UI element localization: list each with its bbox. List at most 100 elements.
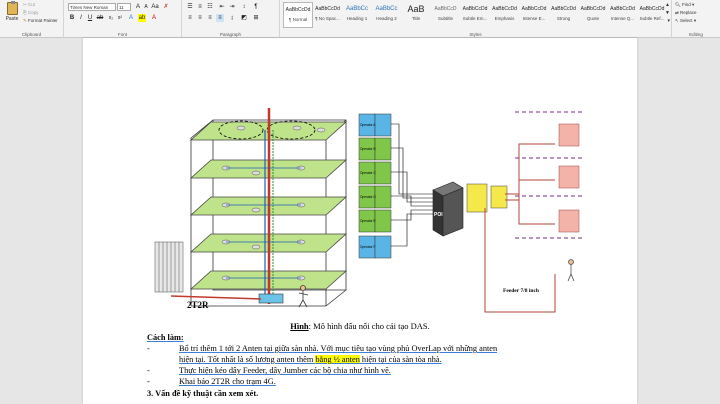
multilevel-list-icon[interactable]: ☷ — [206, 3, 214, 11]
style-preview: AaBbCcDd — [610, 6, 635, 12]
superscript-icon[interactable]: x² — [116, 14, 124, 22]
font-color-icon[interactable]: A — [150, 14, 158, 22]
cursor-icon: ↖ — [675, 18, 679, 23]
bullets-icon[interactable]: ☰ — [186, 3, 194, 11]
document-page[interactable]: 2T2R Operator A Operator B Operator C Op… — [83, 38, 637, 404]
style-card[interactable]: AaBbCcD Subtitle — [431, 2, 461, 28]
subscript-icon[interactable]: x₂ — [107, 14, 115, 22]
line-spacing-icon[interactable]: ↨ — [228, 14, 236, 22]
style-preview: AaBbCcD — [434, 6, 457, 12]
search-icon: 🔍︎ — [675, 2, 681, 7]
operator-label: Operator C — [360, 171, 376, 175]
highlight-icon[interactable]: ab — [138, 14, 146, 22]
sort-icon[interactable]: ↕ — [240, 3, 248, 11]
align-right-icon[interactable]: ≡ — [206, 14, 214, 22]
format-painter-button[interactable]: ✎ Format Painter — [23, 18, 58, 24]
bullet-1-line2: hiện tại. Tốt nhất là số lương anten thê… — [179, 355, 442, 364]
style-preview: AaBbCcDd — [551, 6, 576, 12]
style-preview: AaBbCcDd — [285, 7, 311, 13]
style-preview: AaB — [407, 4, 425, 14]
paste-button[interactable]: Paste — [3, 1, 21, 26]
style-name: Intense Q... — [610, 16, 635, 21]
caption-text: : Mô hình đấu nối cho cải tạo DAS. — [308, 321, 430, 331]
brush-icon: ✎ — [23, 18, 27, 23]
shrink-font-icon[interactable]: A — [142, 3, 150, 11]
style-card[interactable]: AaBbCcDd Emphasis — [490, 2, 520, 28]
editing-label: Editing — [689, 32, 703, 37]
justify-icon[interactable]: ≡ — [216, 14, 224, 22]
font-label: Font — [117, 32, 127, 37]
select-button[interactable]: ↖ Select ▾ — [675, 18, 696, 24]
bullet-dash: - — [147, 344, 150, 353]
decrease-indent-icon[interactable]: ⇤ — [218, 3, 226, 11]
scissors-icon: ✂ — [23, 2, 27, 7]
align-left-icon[interactable]: ≡ — [186, 14, 194, 22]
grow-font-icon[interactable]: A — [134, 3, 142, 11]
copy-icon: ⎘ — [23, 10, 27, 15]
shading-icon[interactable]: ◩ — [240, 14, 248, 22]
strikethrough-icon[interactable]: ab — [96, 14, 104, 22]
replace-icon: ⇄ — [675, 10, 679, 15]
styles-label: Styles — [469, 32, 482, 37]
font-family-select[interactable]: Times New Roman — [68, 3, 116, 11]
replace-button[interactable]: ⇄ Replace — [675, 10, 697, 16]
label-2t2r: 2T2R — [187, 300, 209, 310]
style-preview: AaBbCcDd — [315, 6, 340, 12]
style-name: Strong — [556, 16, 571, 21]
borders-icon[interactable]: ⊞ — [252, 14, 260, 22]
increase-indent-icon[interactable]: ⇥ — [228, 3, 236, 11]
style-preview: AaBbCc — [375, 6, 398, 12]
style-preview: AaBbCcDd — [580, 6, 606, 12]
style-name: Quote — [586, 16, 600, 21]
font-size-select[interactable]: 11 — [117, 3, 131, 11]
label-feeder: Feeder 7/8 inch — [503, 288, 539, 294]
text-effects-icon[interactable]: A — [127, 14, 135, 22]
style-card[interactable]: AaBbCc Heading 1 — [342, 2, 372, 28]
document-canvas[interactable]: 2T2R Operator A Operator B Operator C Op… — [0, 38, 720, 404]
styles-more-icon[interactable]: ▾ — [667, 18, 670, 24]
style-name: Subtle Em... — [462, 16, 488, 21]
style-card[interactable]: AaBbCcDd Subtle Em... — [460, 2, 490, 28]
styles-scroll-down-icon[interactable]: ▼ — [665, 10, 670, 16]
show-marks-icon[interactable]: ¶ — [252, 3, 260, 11]
font-group: Times New Roman 11 A A Aa ✗ B I U ab x₂ … — [64, 0, 182, 38]
clipboard-group: Paste ✂ Cut ⎘ Copy ✎ Format Painter Clip… — [0, 0, 64, 38]
caption-prefix: Hình — [290, 321, 309, 331]
style-card[interactable]: AaBbCcDd Subtle Ref... — [637, 2, 667, 28]
numbering-icon[interactable]: ≡ — [196, 3, 204, 11]
copy-button[interactable]: ⎘ Copy — [23, 10, 38, 15]
style-card[interactable]: AaBbCc Heading 2 — [372, 2, 402, 28]
style-card[interactable]: AaBbCcDd Strong — [549, 2, 579, 28]
change-case-icon[interactable]: Aa — [151, 3, 159, 11]
styles-scroll-up-icon[interactable]: ▲ — [665, 2, 670, 8]
clear-formatting-icon[interactable]: ✗ — [162, 3, 170, 11]
bullet-2: Thực hiện kéo dây Feeder, dây Jumber các… — [179, 366, 391, 375]
style-card[interactable]: AaB Title — [401, 2, 431, 28]
label-poi: POI — [434, 212, 443, 218]
cut-button[interactable]: ✂ Cut — [23, 2, 35, 8]
bold-icon[interactable]: B — [68, 14, 76, 22]
style-name: Subtle Ref... — [639, 16, 665, 21]
heading-3: 3. Vấn đề kỹ thuật cần xem xét. — [147, 389, 259, 398]
style-card[interactable]: AaBbCcDd Intense E... — [519, 2, 549, 28]
style-card[interactable]: AaBbCcDd ¶ No Spac... — [313, 2, 343, 28]
paragraph-label: Paragraph — [219, 32, 241, 37]
style-card[interactable]: AaBbCcDd Intense Q... — [608, 2, 638, 28]
style-name: Heading 2 — [376, 16, 397, 21]
italic-icon[interactable]: I — [77, 14, 85, 22]
editing-group: 🔍︎ Find ▾ ⇄ Replace ↖ Select ▾ Editing — [672, 0, 720, 38]
operator-label: Operator E — [360, 219, 376, 223]
styles-group: AaBbCcDd ¶ Normal AaBbCcDd ¶ No Spac... AaBb… — [280, 0, 672, 38]
style-preview: AaBbCcDd — [492, 6, 517, 12]
operator-label: Operator F — [360, 245, 375, 249]
style-name: Intense E... — [522, 16, 546, 21]
bullet-dash: - — [147, 377, 150, 386]
underline-icon[interactable]: U — [86, 14, 94, 22]
ribbon: Paste ✂ Cut ⎘ Copy ✎ Format Painter Clip… — [0, 0, 720, 38]
style-preview: AaBbCcDd — [521, 6, 547, 12]
style-card[interactable]: AaBbCcDd Quote — [578, 2, 608, 28]
figure-caption: Hình: Mô hình đấu nối cho cải tạo DAS. — [83, 321, 637, 331]
find-button[interactable]: 🔍︎ Find ▾ — [675, 2, 694, 8]
align-center-icon[interactable]: ≡ — [196, 14, 204, 22]
style-card[interactable]: AaBbCcDd ¶ Normal — [283, 2, 313, 28]
